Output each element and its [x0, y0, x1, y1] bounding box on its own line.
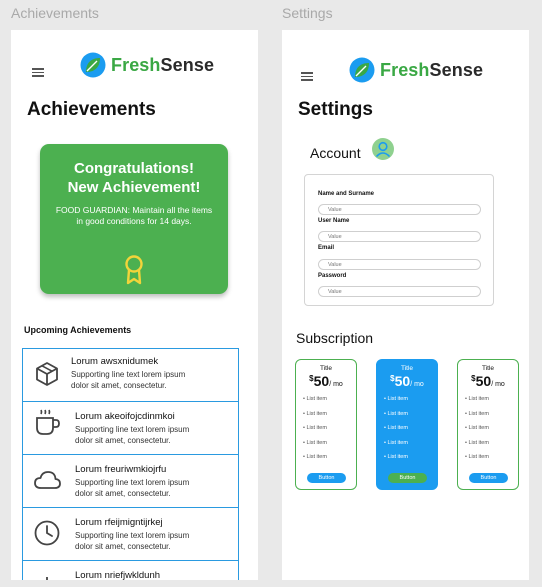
clock-icon — [34, 520, 60, 546]
settings-screen: FreshSense Settings Account Name and Sur… — [282, 30, 529, 580]
account-form: Name and Surname User Name Email Passwor… — [304, 174, 494, 306]
achievement-description: Supporting line text lorem ipsum dolor s… — [75, 531, 190, 551]
list-item[interactable]: Lorum awsxnidumek Supporting line text l… — [23, 349, 238, 402]
logo-text-fresh: Fresh — [111, 54, 161, 75]
avatar-icon[interactable] — [372, 138, 394, 160]
achievement-title: Lorum rfeijmigntijrkej — [75, 517, 163, 528]
cube-icon — [36, 362, 58, 386]
achievement-title: Lorum awsxnidumek — [71, 356, 159, 367]
page-title: Achievements — [27, 99, 156, 120]
plan-card-premium: Title $50/ mo • List item • List item • … — [457, 359, 519, 490]
name-field-label: Name and Surname — [318, 191, 375, 197]
plan-title: Title — [319, 365, 333, 372]
plan-title: Title — [481, 365, 495, 372]
plan-title: Title — [400, 365, 414, 372]
new-achievement-card: Congratulations! New Achievement! FOOD G… — [40, 144, 228, 294]
email-field-label: Email — [318, 245, 335, 251]
plan-features: • List item • List item • List item • Li… — [465, 396, 489, 460]
plan-select-button[interactable]: Button — [307, 473, 346, 483]
congrats-title-line1: Congratulations! — [74, 160, 194, 177]
achievement-description: FOOD GUARDIAN: Maintain all the items in… — [55, 205, 213, 226]
achievement-title: Lorum freuriwmkiojrfu — [75, 464, 167, 475]
achievement-description: Supporting line text lorem ipsum dolor s… — [71, 370, 186, 390]
cloud-icon — [34, 471, 61, 489]
logo-text-sense: Sense — [429, 59, 484, 80]
logo-text-sense: Sense — [160, 54, 215, 75]
list-item[interactable]: Lorum freuriwmkiojrfu Supporting line te… — [23, 455, 238, 508]
hamburger-menu-icon[interactable] — [301, 72, 313, 81]
upcoming-achievements-heading: Upcoming Achievements — [24, 325, 132, 335]
plan-features: • List item • List item • List item • Li… — [303, 396, 327, 460]
plan-features: • List item • List item • List item • Li… — [384, 396, 408, 460]
upcoming-achievements-list: Lorum awsxnidumek Supporting line text l… — [22, 348, 239, 580]
username-field[interactable] — [318, 231, 481, 242]
congrats-title-line2: New Achievement! — [67, 179, 201, 196]
freshsense-logo: FreshSense — [80, 52, 214, 78]
list-item[interactable]: Lorum akeoifojcdinmkoi Supporting line t… — [23, 402, 238, 455]
account-heading: Account — [310, 145, 361, 161]
achievement-description: Supporting line text lorem ipsum dolor s… — [75, 478, 190, 498]
plan-card-basic: Title $50/ mo • List item • List item • … — [295, 359, 357, 490]
logo-text-fresh: Fresh — [380, 59, 430, 80]
frame-label-settings: Settings — [282, 5, 333, 21]
plan-select-button[interactable]: Button — [388, 473, 427, 483]
medal-icon — [125, 255, 143, 285]
plan-select-button[interactable]: Button — [469, 473, 508, 483]
achievement-title: Lorum akeoifojcdinmkoi — [75, 411, 175, 422]
subscription-heading: Subscription — [296, 330, 374, 346]
freshsense-logo: FreshSense — [349, 57, 483, 83]
username-field-label: User Name — [318, 218, 350, 224]
achievement-description: Supporting line text lorem ipsum dolor s… — [75, 425, 190, 445]
achievement-title: Lorum nriefjwkldunh — [75, 570, 161, 580]
list-item[interactable]: Lorum rfeijmigntijrkej Supporting line t… — [23, 508, 238, 561]
list-item[interactable]: Lorum nriefjwkldunh — [23, 561, 238, 580]
plus-icon — [46, 577, 48, 580]
email-field[interactable] — [318, 259, 481, 270]
page-title: Settings — [298, 99, 373, 120]
plan-price: $50/ mo — [390, 373, 424, 389]
password-field-label: Password — [318, 273, 347, 279]
mug-icon — [36, 409, 60, 435]
password-field[interactable] — [318, 286, 481, 297]
congrats-title: Congratulations! New Achievement! — [40, 159, 228, 197]
leaf-icon — [80, 52, 106, 78]
name-field[interactable] — [318, 204, 481, 215]
plan-card-featured: Title $50/ mo • List item • List item • … — [376, 359, 438, 490]
leaf-icon — [349, 57, 375, 83]
achievements-screen: FreshSense Achievements Congratulations!… — [11, 30, 258, 580]
hamburger-menu-icon[interactable] — [32, 68, 44, 77]
plan-price: $50/ mo — [309, 373, 343, 389]
frame-label-achievements: Achievements — [11, 5, 99, 21]
plan-price: $50/ mo — [471, 373, 505, 389]
